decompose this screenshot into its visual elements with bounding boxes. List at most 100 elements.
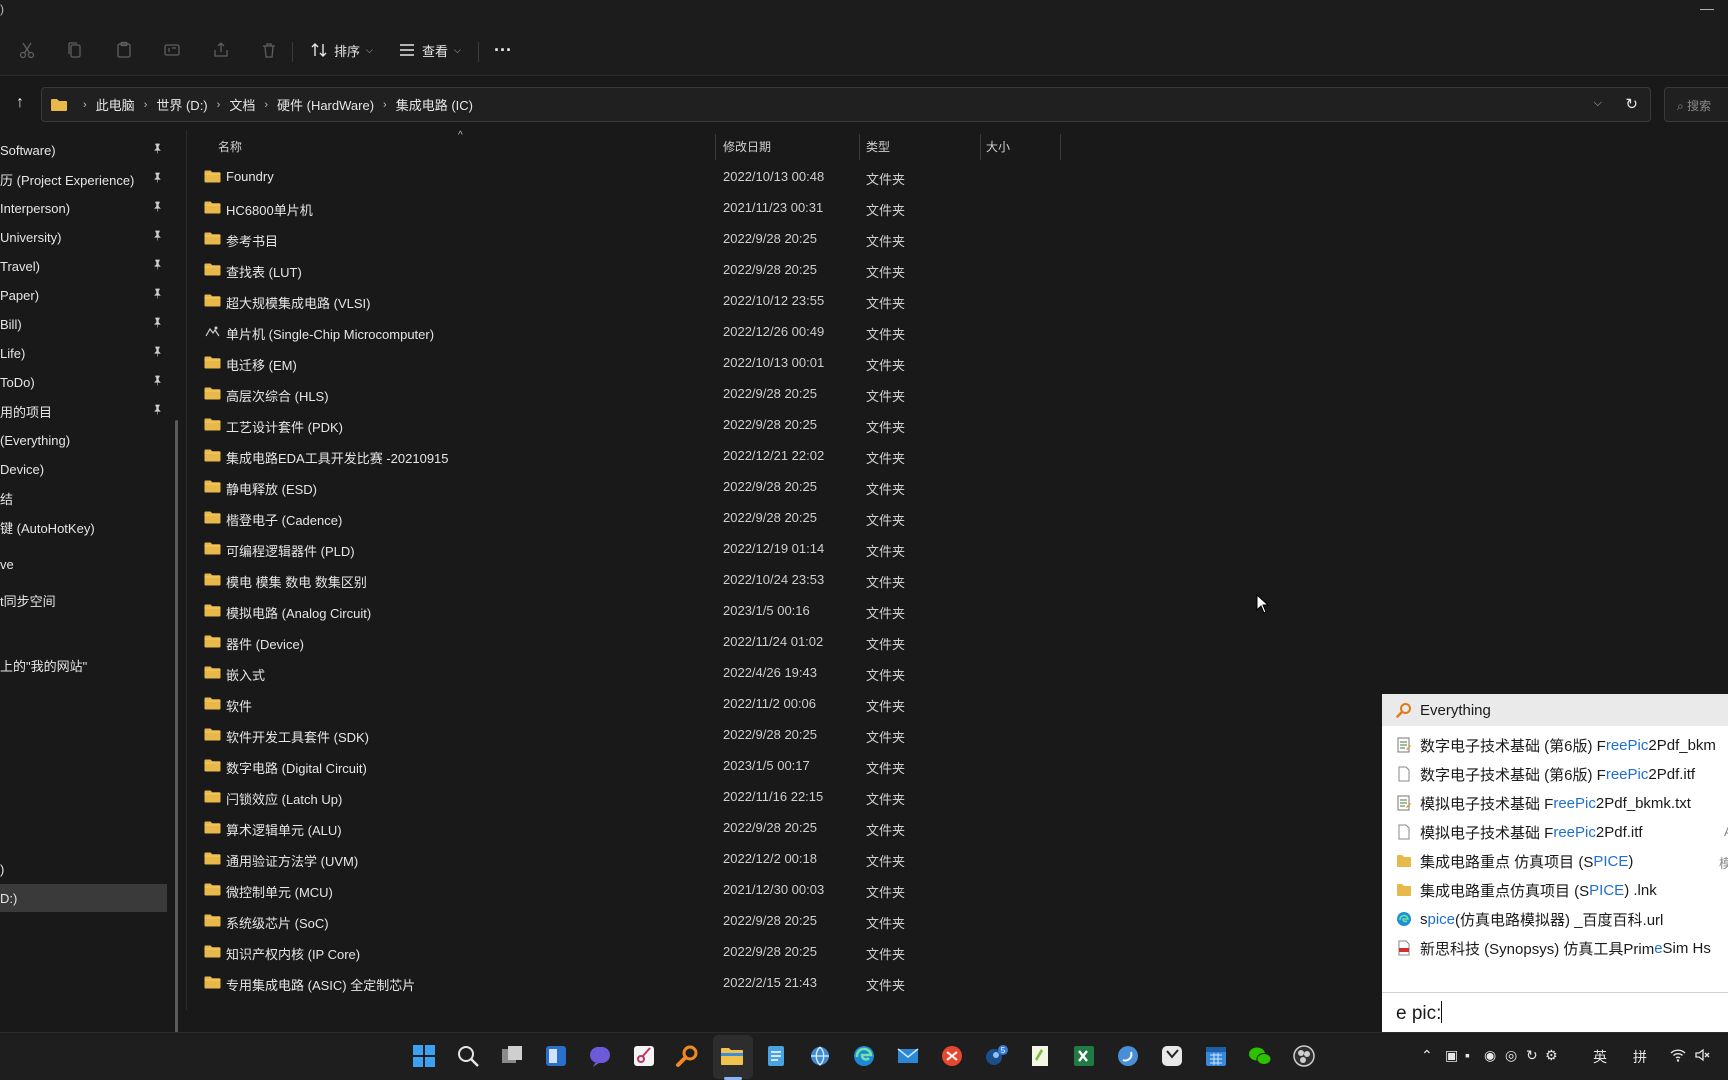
ime-mode-indicator[interactable]: 拼 [1633,1047,1647,1067]
steam-icon[interactable]: 5 [983,1043,1009,1069]
sidebar-item[interactable]: 键 (AutoHotKey) [0,513,168,541]
breadcrumb-item[interactable]: 文档 [229,95,255,114]
file-row[interactable]: 可编程逻辑器件 (PLD) 2022/12/19 01:14 文件夹 [190,534,1090,565]
file-row[interactable]: 微控制单元 (MCU) 2021/12/30 00:03 文件夹 [190,875,1090,906]
more-options-button[interactable]: ··· [494,36,512,64]
sidebar-item[interactable]: Life) [0,339,168,367]
column-header-type[interactable]: 类型 [866,130,890,162]
file-explorer-icon[interactable] [719,1043,745,1069]
mail-icon[interactable] [895,1043,921,1069]
file-row[interactable]: 集成电路EDA工具开发比赛 -20210915 2022/12/21 22:02 文… [190,441,1090,472]
tray-app-icon[interactable]: ▪ [1465,1047,1470,1063]
sidebar-item[interactable]: ) [0,855,168,883]
sidebar-item[interactable]: ve [0,550,168,578]
file-row[interactable]: 器件 (Device) 2022/11/24 01:02 文件夹 [190,627,1090,658]
obs-icon[interactable] [1291,1043,1317,1069]
file-row[interactable]: 工艺设计套件 (PDK) 2022/9/28 20:25 文件夹 [190,410,1090,441]
ime-language-indicator[interactable]: 英 [1593,1047,1607,1067]
breadcrumb-item[interactable]: 此电脑 [96,95,135,114]
snipping-tool-icon[interactable] [631,1043,657,1069]
search-icon[interactable] [455,1043,481,1069]
calendar-icon[interactable] [1203,1043,1229,1069]
search-result-item[interactable]: 数字电子技术基础 (第6版) Free Pic 2Pdf.itf [1382,758,1728,790]
sidebar-item[interactable]: Software) [0,136,168,164]
tray-app-icon[interactable]: ⚙ [1545,1047,1558,1064]
delete-button[interactable] [260,36,278,64]
file-row[interactable]: 高层次综合 (HLS) 2022/9/28 20:25 文件夹 [190,379,1090,410]
file-row[interactable]: 模拟电路 (Analog Circuit) 2023/1/5 00:16 文件夹 [190,596,1090,627]
sidebar-item[interactable]: 用的项目 [0,397,168,425]
file-row[interactable]: 模电 模集 数电 数集区别 2022/10/24 23:53 文件夹 [190,565,1090,596]
teams-chat-icon[interactable] [587,1043,613,1069]
chevron-down-icon[interactable]: ⌵ [1594,97,1602,110]
sidebar-item[interactable]: Travel) [0,252,168,280]
column-divider[interactable] [980,134,981,160]
everything-app-icon[interactable] [675,1043,701,1069]
sidebar-item[interactable]: University) [0,223,168,251]
sidebar-item[interactable]: ToDo) [0,368,168,396]
file-row[interactable]: 超大规模集成电路 (VLSI) 2022/10/12 23:55 文件夹 [190,286,1090,317]
chevron-up-icon[interactable]: ⌃ [1421,1047,1433,1064]
sidebar-item[interactable]: Interperson) [0,194,168,222]
clock-app-icon[interactable] [1159,1043,1185,1069]
file-row[interactable]: 查找表 (LUT) 2022/9/28 20:25 文件夹 [190,255,1090,286]
volume-muted-icon[interactable] [1694,1047,1710,1066]
file-row[interactable]: 算术逻辑单元 (ALU) 2022/9/28 20:25 文件夹 [190,813,1090,844]
wifi-icon[interactable] [1670,1047,1686,1066]
breadcrumb-item[interactable]: 硬件 (HardWare) [277,95,374,114]
sidebar-item[interactable]: t同步空间 [0,586,168,614]
sidebar-item[interactable]: 上的"我的网站" [0,651,168,679]
file-row[interactable]: 楷登电子 (Cadence) 2022/9/28 20:25 文件夹 [190,503,1090,534]
notepad-plus-icon[interactable] [1027,1043,1053,1069]
file-row[interactable]: 闩锁效应 (Latch Up) 2022/11/16 22:15 文件夹 [190,782,1090,813]
search-box[interactable]: ⌕ 搜索 [1664,87,1728,122]
sidebar-item[interactable]: 历 (Project Experience) [0,165,168,193]
file-row[interactable]: 静电释放 (ESD) 2022/9/28 20:25 文件夹 [190,472,1090,503]
start-button[interactable] [411,1043,437,1069]
sidebar-item[interactable]: Paper) [0,281,168,309]
column-divider[interactable] [715,134,716,160]
tray-app-icon[interactable]: ◉ [1484,1047,1496,1064]
column-divider[interactable] [1060,134,1061,160]
search-result-item[interactable]: 数字电子技术基础 (第6版) Free Pic 2Pdf_bkm [1382,729,1728,761]
edge-browser-icon[interactable] [851,1043,877,1069]
tray-app-icon[interactable]: ↻ [1526,1047,1538,1064]
search-result-item[interactable]: 模拟电子技术基础 FreePic2Pdf.itf Ana... [1382,816,1728,848]
file-row[interactable]: 系统级芯片 (SoC) 2022/9/28 20:25 文件夹 [190,906,1090,937]
column-header-modified[interactable]: 修改日期 [723,130,771,162]
copy-button[interactable] [66,36,84,64]
everything-query-input[interactable]: e pic: [1382,992,1728,1032]
sort-button[interactable]: 排序 ⌵ [310,36,373,64]
view-button[interactable]: 查看 ⌵ [398,36,461,64]
search-result-item[interactable]: 新思科技 (Synopsys) 仿真工具Prim e Sim Hs [1382,932,1728,964]
search-result-item[interactable]: 集成电路重点仿真项目 (S PICE) .lnk [1382,874,1728,906]
paste-button[interactable] [115,36,133,64]
network-globe-icon[interactable] [807,1043,833,1069]
sidebar-item[interactable]: Bill) [0,310,168,338]
column-header-name[interactable]: 名称 [218,130,242,162]
breadcrumb-item[interactable]: 集成电路 (IC) [396,95,473,114]
notepad-icon[interactable] [763,1043,789,1069]
minimize-button[interactable]: — [1700,0,1714,16]
wechat-icon[interactable] [1247,1043,1273,1069]
share-button[interactable] [212,36,230,64]
file-row[interactable]: 知识产权内核 (IP Core) 2022/9/28 20:25 文件夹 [190,937,1090,968]
file-row[interactable]: HC6800单片机 2021/11/23 00:31 文件夹 [190,193,1090,224]
file-row[interactable]: 参考书目 2022/9/28 20:25 文件夹 [190,224,1090,255]
column-header-size[interactable]: 大小 [986,130,1010,162]
up-arrow-icon[interactable]: ↑ [10,93,30,113]
rename-button[interactable] [163,36,181,64]
tray-app-icon[interactable]: ▣ [1445,1047,1458,1064]
file-row[interactable]: 数字电路 (Digital Circuit) 2023/1/5 00:17 文件夹 [190,751,1090,782]
address-bar[interactable]: › 此电脑 › 世界 (D:) › 文档 › 硬件 (HardWare) › 集… [41,87,1651,122]
file-row[interactable]: 嵌入式 2022/4/26 19:43 文件夹 [190,658,1090,689]
sidebar-item[interactable]: Device) [0,455,168,483]
app-swirl-icon[interactable] [1115,1043,1141,1069]
file-row[interactable]: Foundry 2022/10/13 00:48 文件夹 [190,162,1090,193]
column-divider[interactable] [859,134,860,160]
sidebar-scrollbar[interactable] [175,420,178,1080]
refresh-icon[interactable]: ↻ [1625,95,1638,113]
search-result-item[interactable]: 模拟电子技术基础 Free Pic 2Pdf_bkmk.txt [1382,787,1728,819]
file-row[interactable]: 单片机 (Single-Chip Microcomputer) 2022/12/2… [190,317,1090,348]
task-view-icon[interactable] [499,1043,525,1069]
